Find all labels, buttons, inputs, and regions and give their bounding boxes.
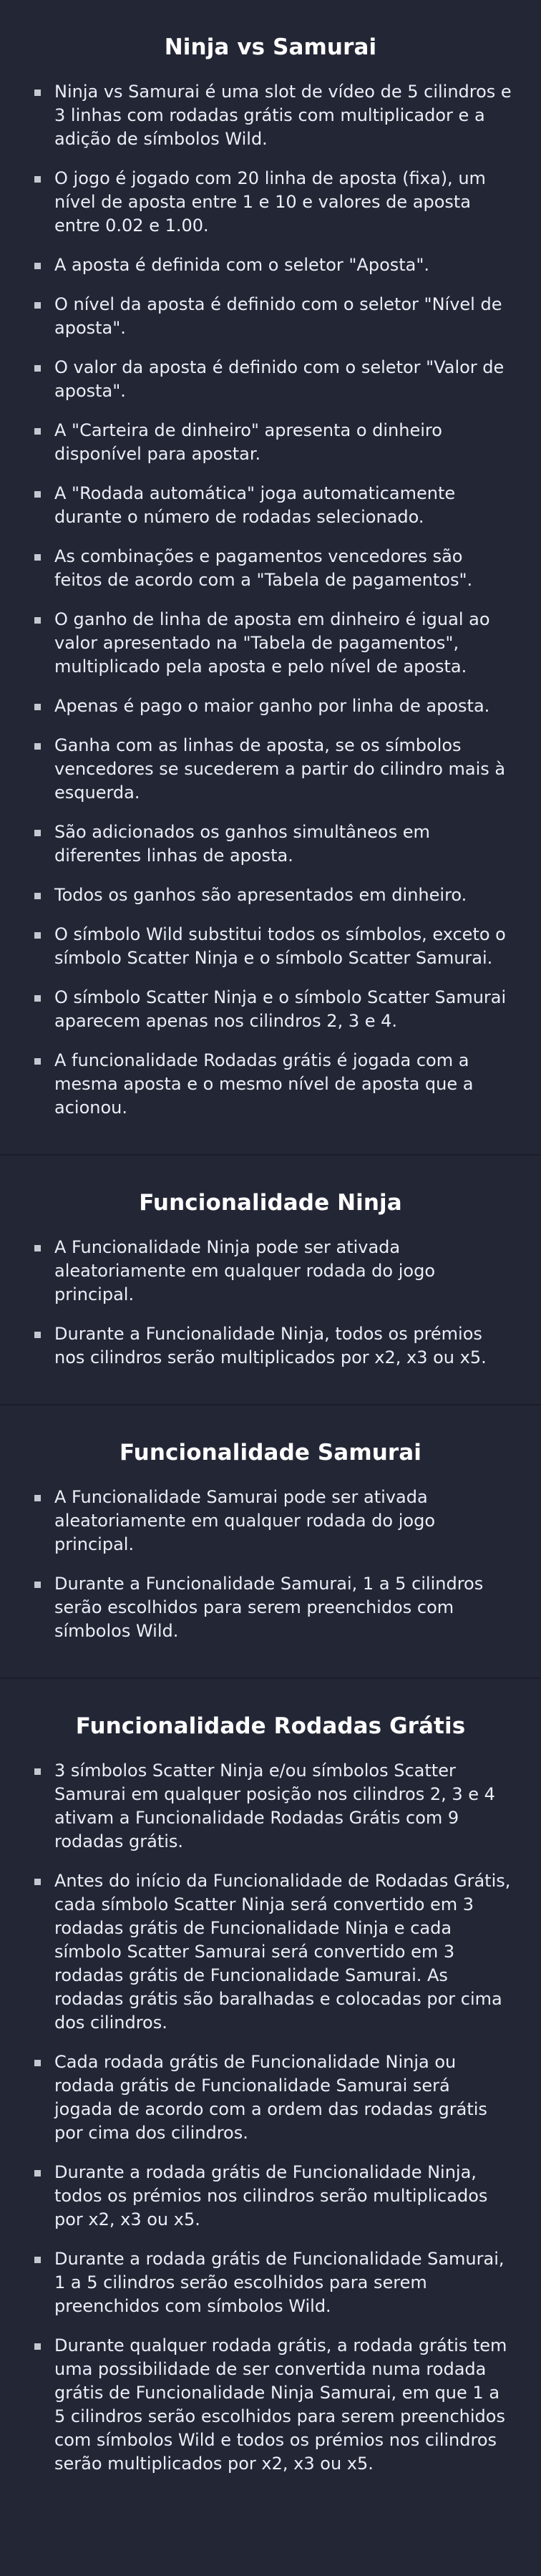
list-item: A "Carteira de dinheiro" apresenta o din…: [29, 419, 512, 466]
rules-list: 3 símbolos Scatter Ninja e/ou símbolos S…: [29, 1759, 512, 2476]
section-title: Funcionalidade Samurai: [119, 1440, 422, 1466]
list-item: Ganha com as linhas de aposta, se os sím…: [29, 734, 512, 805]
list-item: Durante a rodada grátis de Funcionalidad…: [29, 2161, 512, 2232]
section-title: Ninja vs Samurai: [164, 34, 377, 60]
section-title: Funcionalidade Ninja: [139, 1190, 402, 1216]
section-funcionalidade-ninja: Funcionalidade Ninja A Funcionalidade Ni…: [0, 1156, 541, 1405]
list-item: São adicionados os ganhos simultâneos em…: [29, 820, 512, 868]
rules-list: A Funcionalidade Ninja pode ser ativada …: [29, 1236, 512, 1370]
list-item: O jogo é jogado com 20 linha de aposta (…: [29, 167, 512, 238]
list-item: Ninja vs Samurai é uma slot de vídeo de …: [29, 80, 512, 151]
list-item: Cada rodada grátis de Funcionalidade Nin…: [29, 2050, 512, 2145]
list-item: 3 símbolos Scatter Ninja e/ou símbolos S…: [29, 1759, 512, 1854]
rules-list: Ninja vs Samurai é uma slot de vídeo de …: [29, 80, 512, 1120]
list-item: O símbolo Wild substitui todos os símbol…: [29, 923, 512, 970]
section-title: Funcionalidade Rodadas Grátis: [75, 1713, 466, 1739]
list-item: Apenas é pago o maior ganho por linha de…: [29, 694, 512, 718]
list-item: O símbolo Scatter Ninja e o símbolo Scat…: [29, 986, 512, 1033]
section-ninja-vs-samurai: Ninja vs Samurai Ninja vs Samurai é uma …: [0, 0, 541, 1156]
list-item: O nível da aposta é definido com o selet…: [29, 293, 512, 340]
section-funcionalidade-samurai: Funcionalidade Samurai A Funcionalidade …: [0, 1405, 541, 1679]
list-item: A Funcionalidade Samurai pode ser ativad…: [29, 1486, 512, 1556]
list-item: Antes do início da Funcionalidade de Rod…: [29, 1869, 512, 2035]
list-item: O ganho de linha de aposta em dinheiro é…: [29, 608, 512, 679]
list-item: A "Rodada automática" joga automaticamen…: [29, 482, 512, 529]
list-item: A aposta é definida com o seletor "Apost…: [29, 253, 512, 277]
list-item: O valor da aposta é definido com o selet…: [29, 356, 512, 403]
list-item: Todos os ganhos são apresentados em dinh…: [29, 883, 512, 907]
list-item: A funcionalidade Rodadas grátis é jogada…: [29, 1049, 512, 1120]
list-item: Durante qualquer rodada grátis, a rodada…: [29, 2334, 512, 2476]
list-item: Durante a Funcionalidade Samurai, 1 a 5 …: [29, 1572, 512, 1643]
list-item: As combinações e pagamentos vencedores s…: [29, 545, 512, 592]
section-funcionalidade-rodadas-gratis: Funcionalidade Rodadas Grátis 3 símbolos…: [0, 1679, 541, 2510]
rules-list: A Funcionalidade Samurai pode ser ativad…: [29, 1486, 512, 1643]
list-item: Durante a Funcionalidade Ninja, todos os…: [29, 1322, 512, 1370]
list-item: A Funcionalidade Ninja pode ser ativada …: [29, 1236, 512, 1307]
list-item: Durante a rodada grátis de Funcionalidad…: [29, 2247, 512, 2318]
